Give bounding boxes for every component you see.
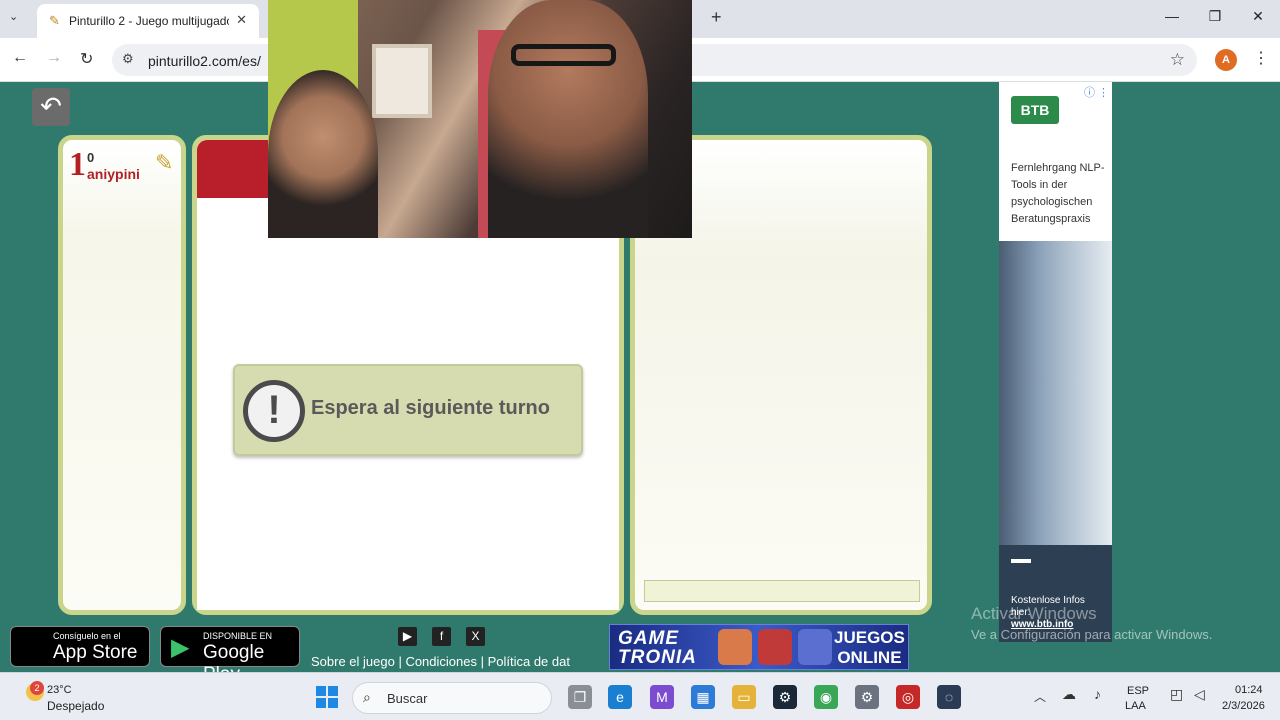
windows-start-icon[interactable] — [316, 686, 338, 708]
gametronia-cta: JUEGOS ONLINE — [834, 628, 905, 668]
task-view-icon[interactable]: ❐ — [568, 685, 592, 709]
game-thumbnail-1 — [718, 629, 752, 665]
wait-message: Espera al siguiente turno — [311, 397, 550, 419]
game-thumbnail-3 — [798, 629, 832, 665]
app-store-badge[interactable]: Consíguelo en el App Store — [10, 626, 150, 667]
clock-time[interactable]: 01:24 — [1235, 684, 1263, 696]
volume-icon[interactable]: ◁ — [1194, 686, 1205, 703]
app-search-icon[interactable]: ◌ — [937, 685, 961, 709]
appstore-large-text: App Store — [53, 642, 138, 663]
drawing-pencil-icon: ✎ — [155, 150, 174, 175]
video-person-left — [268, 70, 378, 238]
exclamation-icon: ! — [243, 380, 305, 442]
weather-description[interactable]: Despejado — [47, 699, 104, 713]
x-twitter-icon[interactable]: X — [466, 627, 485, 646]
ad-image[interactable] — [999, 241, 1112, 545]
youtube-icon[interactable]: ▶ — [398, 627, 417, 646]
clock-date[interactable]: 2/3/2026 — [1222, 700, 1265, 712]
players-panel: 1 0 aniypini ✎ — [58, 135, 186, 615]
googleplay-small-text: DISPONIBLE EN — [203, 631, 273, 641]
cloud-icon[interactable]: ☁ — [1062, 686, 1076, 703]
windows-taskbar: 2 23°C Despejado ⌕ Buscar ❐ e M ▦ ▭ ⚙ ◉ … — [0, 672, 1280, 720]
ad-logo: BTB — [1011, 96, 1059, 124]
facebook-icon[interactable]: f — [432, 627, 451, 646]
language-code[interactable]: ESP — [1127, 685, 1149, 697]
gametronia-logo-line1: GAME — [618, 628, 679, 649]
webcam-video — [268, 0, 692, 238]
settings-icon[interactable]: ⚙ — [855, 685, 879, 709]
new-tab-button[interactable]: + — [711, 7, 722, 28]
gametronia-cta-line1: JUEGOS — [834, 628, 905, 647]
chat-input[interactable] — [644, 580, 920, 602]
windows-watermark-subtitle: Ve a Configuración para activar Windows. — [971, 627, 1213, 642]
steam-icon[interactable]: ⚙ — [773, 685, 797, 709]
search-icon: ⌕ — [363, 689, 371, 705]
windows-watermark-title: Activar Windows — [971, 604, 1097, 623]
site-info-icon[interactable]: ⚙ — [122, 51, 134, 67]
url-text: pinturillo2.com/es/ — [148, 53, 261, 69]
store-icon[interactable]: ▦ — [691, 685, 715, 709]
back-arrow-icon[interactable]: ← — [12, 49, 28, 67]
gametronia-logo: GAME TRONIA — [618, 629, 697, 667]
profile-avatar[interactable]: A — [1215, 49, 1237, 71]
chrome-icon[interactable]: ◉ — [814, 685, 838, 709]
video-person-right — [488, 0, 648, 238]
microphone-icon[interactable]: ♪ — [1094, 686, 1101, 702]
tab-search-icon[interactable]: ⌄ — [9, 10, 18, 23]
play-icon: ▶ — [171, 634, 190, 661]
minimize-icon[interactable]: — — [1157, 8, 1187, 24]
wait-notice: ! Espera al siguiente turno — [233, 364, 583, 456]
video-glasses — [511, 44, 616, 66]
chevron-up-icon[interactable]: ︿ — [1034, 688, 1046, 705]
weather-temperature[interactable]: 23°C — [47, 684, 72, 696]
gametronia-logo-line2: TRONIA — [618, 647, 697, 668]
keyboard-layout[interactable]: LAA — [1125, 700, 1146, 712]
video-picture-frame — [372, 44, 432, 118]
ad-info-icon[interactable]: ⓘ ⋮ — [1084, 84, 1109, 100]
appstore-small-text: Consíguelo en el — [53, 631, 121, 641]
m365-icon[interactable]: M — [650, 685, 674, 709]
active-tab[interactable]: ✎ Pinturillo 2 - Juego multijugador ✕ — [37, 4, 259, 38]
search-label: Buscar — [387, 691, 428, 706]
weather-badge: 2 — [30, 681, 44, 695]
google-play-badge[interactable]: ▶ DISPONIBLE EN Google Play — [160, 626, 300, 685]
player-name: aniypini — [87, 166, 140, 182]
pencil-icon: ✎ — [49, 13, 60, 28]
undo-back-button[interactable]: ↶ — [32, 88, 70, 126]
maximize-icon[interactable]: ❐ — [1200, 8, 1230, 25]
game-thumbnail-2 — [758, 629, 792, 665]
app-icon[interactable]: ◎ — [896, 685, 920, 709]
taskbar-search[interactable]: ⌕ Buscar — [352, 682, 552, 714]
close-tab-icon[interactable]: ✕ — [236, 12, 247, 28]
side-advertisement[interactable]: BTB ⓘ ⋮ Fernlehrgang NLP-Tools in der ps… — [999, 82, 1112, 642]
file-explorer-icon[interactable]: ▭ — [732, 685, 756, 709]
close-window-icon[interactable]: ✕ — [1243, 8, 1273, 25]
network-icon[interactable]: ◰ — [1170, 686, 1183, 703]
footer-links[interactable]: Sobre el juego | Condiciones | Política … — [311, 654, 574, 669]
ad-divider — [1011, 559, 1031, 563]
menu-icon[interactable]: ⋮ — [1253, 48, 1269, 68]
ad-headline[interactable]: Fernlehrgang NLP-Tools in der psychologi… — [1011, 160, 1107, 228]
player-score: 0 — [87, 150, 95, 165]
star-icon[interactable]: ☆ — [1170, 50, 1185, 70]
gametronia-cta-line2: ONLINE — [837, 648, 902, 667]
edge-browser-icon[interactable]: e — [608, 685, 632, 709]
forward-arrow-icon[interactable]: → — [46, 49, 62, 67]
gametronia-banner[interactable]: GAME TRONIA JUEGOS ONLINE — [609, 624, 909, 670]
reload-icon[interactable]: ↻ — [80, 49, 93, 69]
tab-title: Pinturillo 2 - Juego multijugador — [69, 14, 229, 28]
player-rank: 1 — [69, 146, 86, 183]
